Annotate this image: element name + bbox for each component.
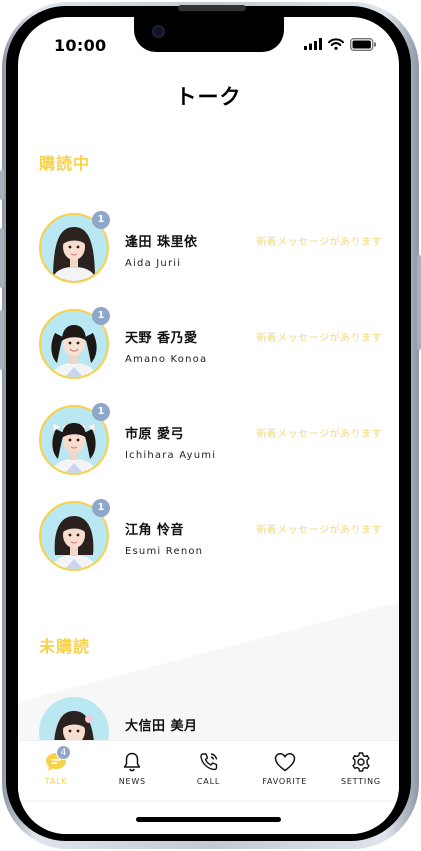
section-title-subscribed: 購読中 <box>39 154 91 173</box>
tab-favorite[interactable]: FAVORITE <box>247 741 323 800</box>
tab-label: NEWS <box>118 777 146 786</box>
tab-label: FAVORITE <box>262 777 308 786</box>
member-name-en: Amano Konoa <box>125 354 208 365</box>
page-title: トーク <box>175 85 242 109</box>
new-message-label: 新着メッセージがあります <box>256 429 382 440</box>
tab-news[interactable]: NEWS <box>94 741 170 800</box>
tab-call[interactable]: CALL <box>170 741 246 800</box>
new-message-label: 新着メッセージがあります <box>256 525 382 536</box>
tab-setting[interactable]: SETTING <box>323 741 399 800</box>
front-camera <box>152 25 165 38</box>
talk-list-item[interactable]: 1 逢田 珠里依 Aida Jurii 新着メッセージがあります <box>37 211 382 289</box>
member-name-ja: 天野 香乃愛 <box>125 331 198 346</box>
phone-icon <box>199 753 217 771</box>
power-button <box>417 255 421 350</box>
battery-icon <box>350 37 376 51</box>
volume-down-button <box>0 310 4 370</box>
member-name-ja: 大信田 美月 <box>125 719 198 734</box>
member-name-ja: 逢田 珠里依 <box>125 235 198 250</box>
bell-icon <box>124 752 141 772</box>
member-name-ja: 市原 愛弓 <box>125 427 185 442</box>
unread-badge: 1 <box>92 403 110 421</box>
unread-badge: 1 <box>92 211 110 229</box>
speaker-grille <box>178 5 246 11</box>
tab-talk[interactable]: 4 TALK <box>18 741 94 800</box>
unread-badge: 1 <box>92 307 110 325</box>
heart-icon <box>274 753 295 772</box>
signal-icon <box>304 38 322 50</box>
tab-label: SETTING <box>340 777 381 786</box>
screen: 10:00 トーク 購読中 1 逢田 珠里依 Aida Jurii 新着メッセー… <box>18 17 399 834</box>
gear-icon <box>352 752 370 772</box>
volume-up-button <box>0 228 4 288</box>
tab-bar: 4 TALK NEWS CALL FAVORITE SETTING <box>18 740 399 800</box>
new-message-label: 新着メッセージがあります <box>256 237 382 248</box>
mute-switch <box>0 170 4 200</box>
member-name-en: Esumi Renon <box>125 546 204 557</box>
tab-label: CALL <box>196 777 221 786</box>
member-name-en: Aida Jurii <box>125 258 182 269</box>
talk-list-item[interactable]: 1 市原 愛弓 Ichihara Ayumi 新着メッセージがあります <box>37 403 382 481</box>
section-title-unsubscribed: 未購読 <box>39 637 91 656</box>
new-message-label: 新着メッセージがあります <box>256 333 382 344</box>
talk-list-item[interactable]: 1 江角 怜音 Esumi Renon 新着メッセージがあります <box>37 499 382 577</box>
tab-label: TALK <box>44 777 68 786</box>
unread-badge: 1 <box>92 499 110 517</box>
wifi-icon <box>328 38 344 50</box>
notch <box>134 17 284 52</box>
home-indicator[interactable] <box>136 817 281 822</box>
status-icons <box>304 37 377 51</box>
member-name-ja: 江角 怜音 <box>125 523 185 538</box>
status-time: 10:00 <box>54 36 107 55</box>
member-name-en: Ichihara Ayumi <box>125 450 217 461</box>
tab-badge: 4 <box>56 745 71 760</box>
talk-list-item[interactable]: 1 天野 香乃愛 Amano Konoa 新着メッセージがあります <box>37 307 382 385</box>
